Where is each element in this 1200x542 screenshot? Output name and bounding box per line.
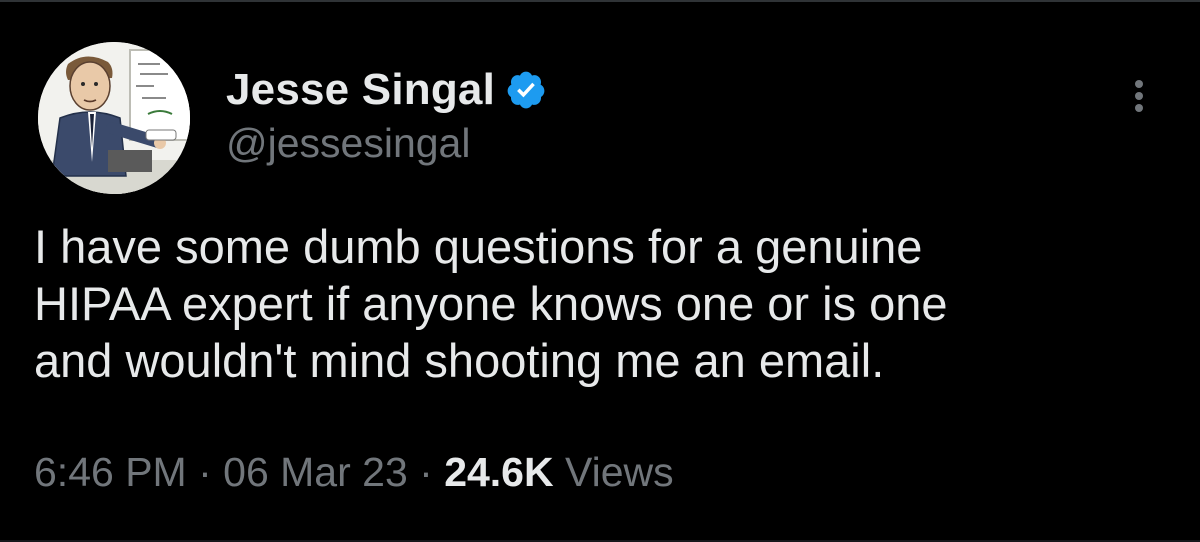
more-options-button[interactable] — [1118, 66, 1160, 126]
name-row: Jesse Singal — [226, 62, 547, 118]
meta-separator: · — [407, 449, 445, 495]
avatar[interactable] — [38, 42, 190, 194]
tweet-date[interactable]: 06 Mar 23 — [223, 449, 408, 495]
views-count[interactable]: 24.6K — [444, 449, 553, 495]
tweet-time[interactable]: 6:46 PM — [34, 449, 187, 495]
verified-badge-icon — [505, 69, 547, 111]
avatar-illustration — [38, 42, 190, 194]
tweet-metadata: 6:46 PM · 06 Mar 23 · 24.6K Views — [34, 444, 674, 500]
meta-separator: · — [186, 449, 224, 495]
user-handle[interactable]: @jessesingal — [226, 120, 470, 167]
tweet: Jesse Singal @jessesingal I have some du… — [0, 0, 1200, 542]
views-label: Views — [565, 449, 674, 495]
more-vertical-icon — [1135, 104, 1143, 112]
more-vertical-icon — [1135, 80, 1143, 88]
tweet-text: I have some dumb questions for a genuine… — [34, 220, 948, 387]
more-vertical-icon — [1135, 92, 1143, 100]
display-name[interactable]: Jesse Singal — [226, 65, 495, 115]
